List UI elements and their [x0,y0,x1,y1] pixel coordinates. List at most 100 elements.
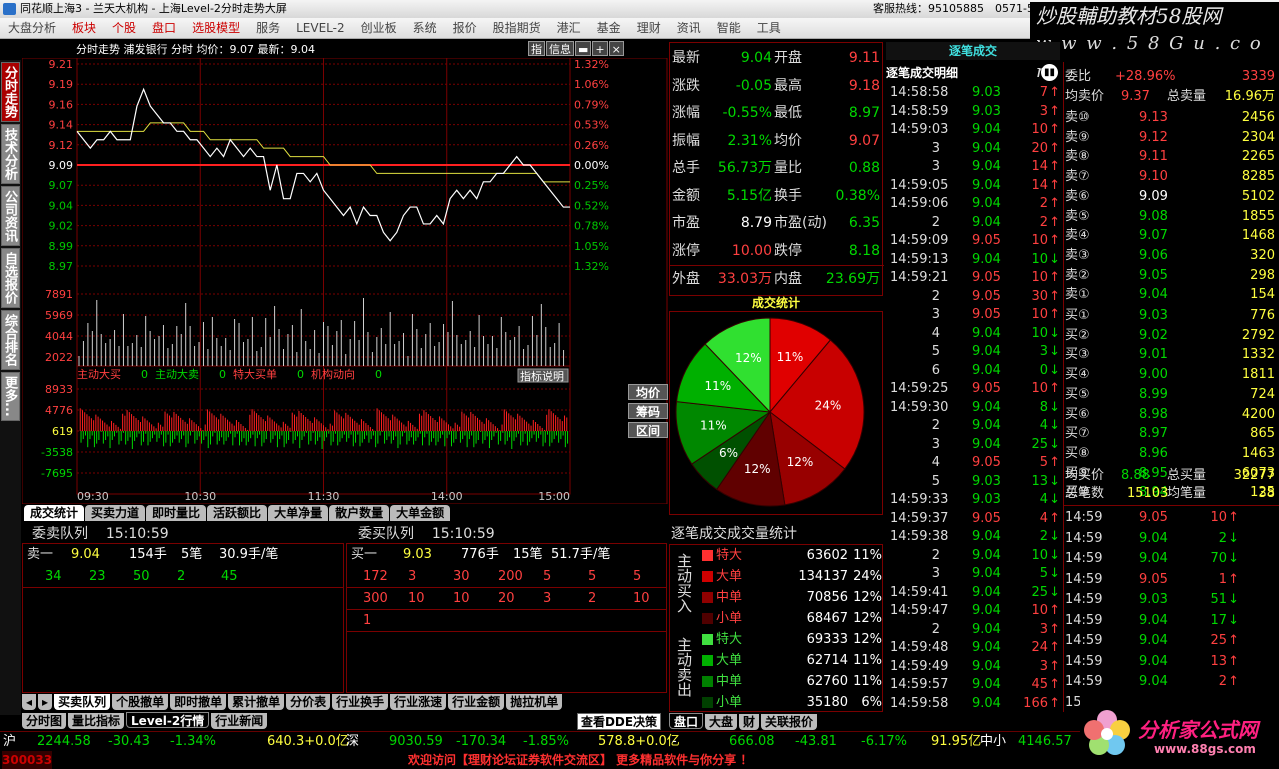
menu-item[interactable]: 港汇 [549,18,589,39]
bottom-tab[interactable]: 即时撤单 [170,694,227,710]
scroll-left-icon[interactable]: ◂ [22,694,37,710]
arrow-up-icon: ↑ [1049,621,1060,637]
menu-item[interactable]: 盘口 [144,18,184,39]
bottom-tab-2[interactable]: Level-2行情 [126,712,210,728]
close-icon[interactable]: × [608,41,624,56]
legend-swatch [702,697,713,708]
vstats-name: 大单 [716,569,743,584]
queue-cell: 3 [408,569,417,584]
tick-price: 9.05 [972,307,1001,322]
queue-cell: 2 [177,569,186,584]
cy-amount: 91.95亿 [931,734,982,749]
tick-vol: 10 [1031,603,1048,618]
stats-tab[interactable]: 大单金额 [390,505,451,521]
quote-value-2: 23.69万 [825,271,880,287]
vstats-pct: 12% [853,611,882,626]
stats-tab[interactable]: 买卖力道 [85,505,146,521]
nav-tab[interactable]: 自选报价 [1,248,20,308]
quote-label-2: 最低 [774,105,802,121]
nav-tab[interactable]: 技术分析 [1,124,20,184]
quote-value: -0.55% [722,105,772,121]
stats-tab[interactable]: 活跃额比 [207,505,268,521]
menu-item[interactable]: 股指期货 [485,18,549,39]
bottom-tab-2[interactable]: 分时图 [22,713,67,729]
nav-tab[interactable]: 综合排名 [1,310,20,370]
ticks-list[interactable]: 14:58:58 9.03 7 ↑ 14:58:59 9.03 3 ↑ 14:59:03 9.04… [886,84,1062,712]
nav-tab[interactable]: 更多... [1,372,20,421]
pct-tick: 1.06% [574,78,609,91]
avg-price-button[interactable]: 均价 [628,384,668,400]
pan-tab[interactable]: 关联报价 [761,714,818,730]
bottom-tab[interactable]: 行业换手 [332,694,389,710]
tick-time: 14:59:03 [890,122,949,137]
bottom-tab[interactable]: 累计撤单 [228,694,285,710]
bottom-tab[interactable]: 行业涨速 [390,694,447,710]
menu-item[interactable]: 资讯 [669,18,709,39]
tick-vol: 4 [1039,492,1048,507]
menu-item[interactable]: 个股 [104,18,144,39]
menu-item[interactable]: 创业板 [353,18,405,39]
dde-button[interactable]: 查看DDE决策 [577,713,661,730]
pause-icon[interactable]: ▮▮ [1041,64,1058,81]
bottom-tab[interactable]: 买卖队列 [54,694,111,710]
scroll-right-icon[interactable]: ▸ [38,694,53,710]
chip-button[interactable]: 筹码 [628,403,668,419]
tick-row: 14:59:37 9.05 4 ↑ [886,510,1062,528]
stats-tab[interactable]: 散户数量 [329,505,390,521]
arrow-up-icon: ↑ [1049,103,1060,119]
nav-tab[interactable]: 公司资讯 [1,186,20,246]
sell-queue-row: 34 23 50 2 45 [23,566,343,588]
tick-vol: 10 [1031,307,1048,322]
queue-cell: 200 [498,569,523,584]
tick-row: 14:59:21 9.05 10 ↑ [886,269,1062,287]
pct-tick: 0.78% [574,220,609,233]
minimize-icon[interactable]: ▬ [575,41,592,56]
menu-item[interactable]: 服务 [248,18,288,39]
menu-item[interactable]: 板块 [64,18,104,39]
zhi-button[interactable]: 指 [528,41,545,56]
bottom-tab-2[interactable]: 量比指标 [68,713,125,729]
menu-item[interactable]: 选股模型 [184,18,248,39]
sz-amount: 578.8+0.0亿 [598,734,680,749]
stats-tab[interactable]: 大单净量 [268,505,329,521]
tick-price: 9.04 [972,251,1001,267]
watermark: 炒股輔助教材58股网 w w w . 5 8 G u . c o m [1030,2,1279,82]
tick-vol: 3 [1039,103,1048,119]
bottom-tab[interactable]: 分价表 [286,694,331,710]
menu-item[interactable]: 工具 [749,18,789,39]
vstats-name: 大单 [716,653,743,668]
buy-queue-title: 委买队列 15:10:59 [358,526,495,542]
pan-tab[interactable]: 盘口 [669,713,704,729]
stats-tab[interactable]: 成交统计 [24,505,85,521]
intraday-chart[interactable]: 09:30 10:30 11:30 14:00 15:00 9.21 1.32% 9.19 1.… [22,58,668,504]
nav-tab[interactable]: 分时走势 [1,62,20,122]
indicator-tip-label[interactable]: 指标说明 [520,369,564,383]
bottom-tab[interactable]: 抛拉机单 [506,694,563,710]
tick-vol: 10 [1031,233,1048,248]
pan-tab[interactable]: 大盘 [705,714,738,730]
quote-value-2: 8.97 [848,105,880,121]
tick-price: 9.04 [972,159,1001,174]
bottom-tab[interactable]: 个股撤单 [112,694,169,710]
info-button[interactable]: 信息 [546,41,574,56]
menu-item[interactable]: 报价 [445,18,485,39]
quote-label: 涨跌 [672,77,700,94]
bottom-tab[interactable]: 行业金额 [448,694,505,710]
menu-item[interactable]: 大盘分析 [0,18,64,39]
stats-tab[interactable]: 即时量比 [146,505,207,521]
tick-vol: 3 [1039,658,1048,674]
arrow-up-icon: ↑ [1049,603,1060,618]
menu-item[interactable]: 理财 [629,18,669,39]
add-icon[interactable]: + [592,41,608,56]
bottom-tab-2[interactable]: 行业新闻 [211,713,268,729]
cy-index: 666.08 [729,734,775,749]
menu-item[interactable]: LEVEL-2 [288,18,353,39]
range-button[interactable]: 区间 [628,422,668,438]
tick-row: 14:59:30 9.04 8 ↓ [886,399,1062,417]
menu-item[interactable]: 系统 [405,18,445,39]
pan-tab[interactable]: 财 [739,714,760,730]
menu-item[interactable]: 智能 [709,18,749,39]
menu-item[interactable]: 基金 [589,18,629,39]
tick-row: 14:59:38 9.04 2 ↓ [886,528,1062,546]
app-logo-icon [3,3,16,15]
